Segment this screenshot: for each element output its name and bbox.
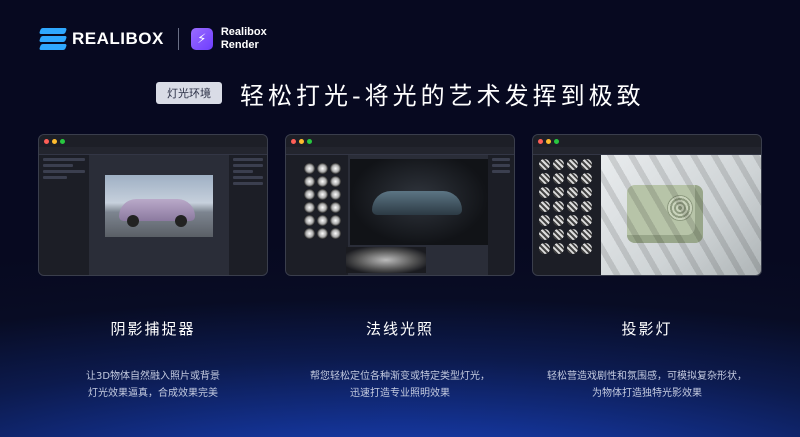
maximize-dot-icon: [554, 138, 559, 144]
projected-light-pattern: [601, 155, 761, 275]
light-preset-panel: [286, 155, 348, 275]
close-dot-icon: [44, 138, 49, 144]
gobo-texture-grid: [539, 159, 595, 254]
app-body: [533, 155, 761, 275]
feature-title-shadow-catcher: 阴影捕捉器: [110, 320, 196, 338]
left-panel: [39, 155, 89, 275]
car-wheel: [127, 215, 139, 227]
section-tag: 灯光环境: [156, 82, 222, 104]
window-titlebar: [39, 135, 267, 147]
feature-desc-line: 让3D物体自然融入照片或背景: [85, 371, 221, 382]
window-titlebar: [286, 135, 514, 147]
product-name-line1: Realibox: [220, 26, 267, 38]
minimize-dot-icon: [52, 138, 57, 144]
feature-desc-shadow-catcher: 让3D物体自然融入照片或背景 灯光效果逼真，合成效果完美: [38, 368, 268, 402]
app-toolbar: [39, 147, 267, 155]
feature-desc-line: 迅速打造专业照明效果: [350, 388, 450, 399]
light-preview: [346, 247, 426, 273]
gobo-texture-panel: [533, 155, 601, 275]
product-name: Realibox Render: [221, 26, 267, 52]
feature-desc-line: 帮您轻松定位各种渐变或特定类型灯光，: [310, 371, 490, 382]
realibox-logo-icon: [38, 28, 68, 50]
feature-desc-line: 轻松营造戏剧性和氛围感，可模拟复杂形状，: [547, 371, 747, 382]
window-titlebar: [533, 135, 761, 147]
light-preset-grid: [304, 163, 344, 239]
right-panel: [229, 155, 267, 275]
brand-name: REALIBOX: [72, 29, 164, 48]
maximize-dot-icon: [60, 138, 65, 144]
lightning-icon: ⚡: [190, 28, 213, 50]
screenshot-shadow-catcher: [38, 134, 268, 276]
app-toolbar: [286, 147, 514, 155]
feature-desc-normal-lighting: 帮您轻松定位各种渐变或特定类型灯光， 迅速打造专业照明效果: [285, 368, 515, 402]
brand-header: REALIBOX ⚡ Realibox Render: [38, 26, 267, 52]
minimize-dot-icon: [299, 138, 304, 144]
feature-desc-line: 灯光效果逼真，合成效果完美: [88, 388, 218, 399]
close-dot-icon: [538, 138, 543, 144]
right-panel: [488, 155, 514, 275]
render-viewport: [105, 175, 213, 237]
feature-title-normal-lighting: 法线光照: [365, 320, 434, 338]
car-wheel: [175, 215, 187, 227]
render-viewport: [350, 159, 488, 245]
screenshot-projector-light: [532, 134, 762, 276]
app-toolbar: [533, 147, 761, 155]
feature-title-projector-light: 投影灯: [621, 320, 673, 338]
brand-divider: [177, 28, 179, 50]
close-dot-icon: [291, 138, 296, 144]
car-model: [372, 191, 462, 215]
app-body: [286, 155, 514, 275]
app-body: [39, 155, 267, 275]
maximize-dot-icon: [307, 138, 312, 144]
feature-desc-projector-light: 轻松营造戏剧性和氛围感，可模拟复杂形状， 为物体打造独特光影效果: [532, 368, 762, 402]
feature-desc-line: 为物体打造独特光影效果: [592, 388, 702, 399]
render-viewport: [601, 155, 761, 275]
page-title: 轻松打光-将光的艺术发挥到极致: [240, 82, 645, 110]
minimize-dot-icon: [546, 138, 551, 144]
screenshot-normal-lighting: [285, 134, 515, 276]
product-name-line2: Render: [220, 39, 259, 51]
